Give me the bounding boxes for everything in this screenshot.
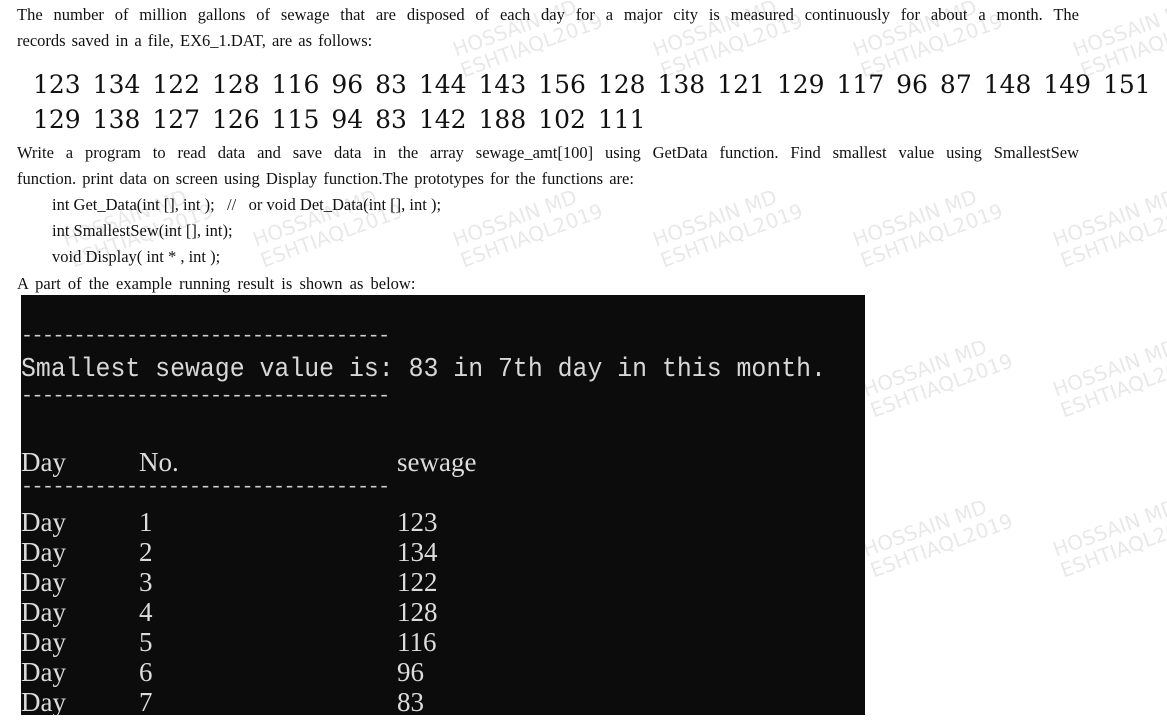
example-caption: A part of the example running result is … [17,274,416,293]
table-row: Day 3 122 [21,567,865,597]
row-sewage: 134 [397,537,438,567]
console-header-row: Day No. sewage [21,447,865,477]
watermark-text: HOSSAIN MD ESHTIAQL2019 [649,184,806,273]
table-row: Day 5 116 [21,627,865,657]
prototype-get-data: int Get_Data(int [], int ); // or void D… [52,195,442,214]
watermark-text: HOSSAIN MD ESHTIAQL2019 [1049,184,1167,273]
watermark-text: HOSSAIN MD ESHTIAQL2019 [849,184,1006,273]
prototype-smallest-sew: int SmallestSew(int [], int); [52,221,233,240]
row-day: Day [21,537,66,567]
table-row: Day 1 123 [21,507,865,537]
console-separator: ----------------------------------- [21,476,390,499]
row-number: 6 [139,657,153,687]
data-row-1: 123 134 122 128 116 96 83 144 143 156 12… [33,70,1151,99]
row-sewage: 128 [397,597,438,627]
table-row: Day 6 96 [21,657,865,687]
table-row: Day 2 134 [21,537,865,567]
table-row: Day 7 83 [21,687,865,715]
data-row-2: 129 138 127 126 115 94 83 142 188 102 11… [33,105,646,134]
row-sewage: 83 [397,687,424,715]
row-number: 4 [139,597,153,627]
row-number: 2 [139,537,153,567]
smallest-message: Smallest sewage value is: 83 in 7th day … [21,355,826,385]
row-day: Day [21,627,66,657]
watermark-text: HOSSAIN MD ESHTIAQL2019 [1049,494,1167,583]
console-output: ----------------------------------- Smal… [21,295,865,715]
row-number: 3 [139,567,153,597]
intro-line-1: The number of million gallons of sewage … [17,5,1079,24]
header-day: Day [21,447,66,477]
task-line-2: function. print data on screen using Dis… [17,169,634,188]
watermark-text: HOSSAIN MD ESHTIAQL2019 [859,494,1016,583]
row-sewage: 116 [397,627,437,657]
row-sewage: 96 [397,657,424,687]
watermark-text: HOSSAIN MD ESHTIAQL2019 [449,184,606,273]
watermark-text: HOSSAIN MD ESHTIAQL2019 [859,334,1016,423]
row-day: Day [21,567,66,597]
watermark-text: HOSSAIN MD ESHTIAQL2019 [1049,334,1167,423]
row-sewage: 122 [397,567,438,597]
console-separator: ----------------------------------- [21,325,390,348]
prototype-display: void Display( int * , int ); [52,247,221,266]
row-day: Day [21,507,66,537]
header-no: No. [139,447,179,477]
row-number: 7 [139,687,153,715]
console-separator: ----------------------------------- [21,385,390,408]
task-line-1: Write a program to read data and save da… [17,143,1079,162]
header-sewage: sewage [397,447,477,477]
row-day: Day [21,597,66,627]
intro-line-2: records saved in a file, EX6_1.DAT, are … [17,31,373,50]
row-number: 1 [139,507,153,537]
row-number: 5 [139,627,153,657]
row-sewage: 123 [397,507,438,537]
row-day: Day [21,657,66,687]
table-row: Day 4 128 [21,597,865,627]
row-day: Day [21,687,66,715]
